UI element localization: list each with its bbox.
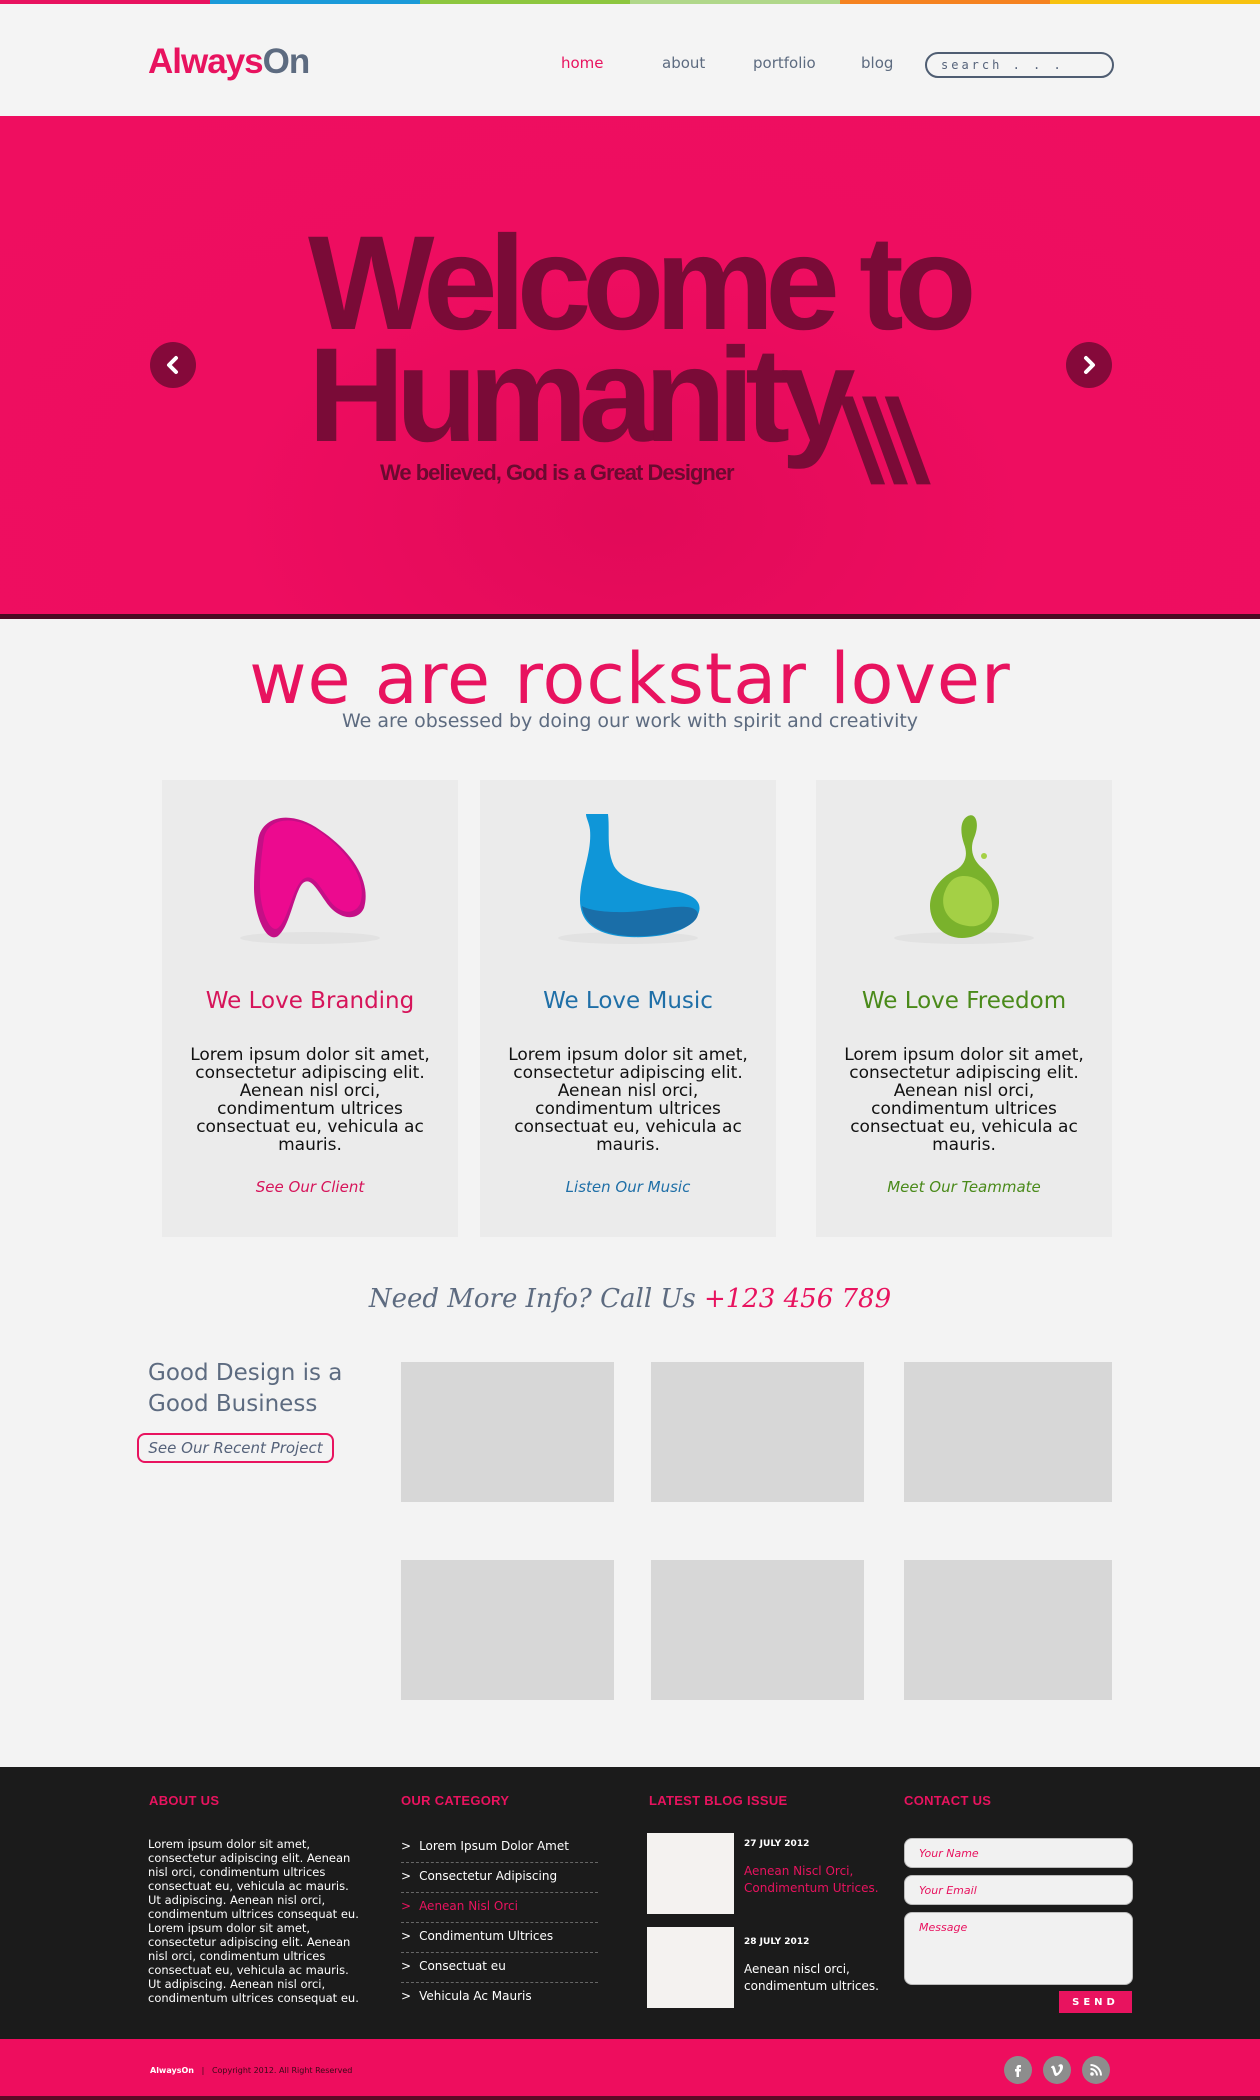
copyright-separator: | [201, 2066, 205, 2075]
category-label: Consectuat eu [419, 1959, 506, 1973]
send-button[interactable]: SEND [1059, 1991, 1132, 2013]
logo-part1: Always [148, 42, 264, 81]
hero-bottom-border [0, 614, 1260, 619]
blog-date: 27 JULY 2012 [744, 1839, 810, 1849]
portfolio-thumbnail[interactable] [651, 1560, 864, 1700]
blog-title[interactable]: Aenean Niscl Orci, Condimentum Utrices. [744, 1863, 884, 1897]
copyright-line: AlwaysOn | Copyright 2012. All Right Res… [150, 2066, 352, 2075]
feature-text: Lorem ipsum dolor sit amet, consectetur … [190, 1045, 430, 1155]
category-label: Consectetur Adipiscing [419, 1869, 558, 1883]
category-item[interactable]: > Aenean Nisl Orci [401, 1893, 598, 1923]
feature-title: We Love Music [543, 988, 713, 1014]
rss-button[interactable] [1082, 2056, 1110, 2084]
nav-about[interactable]: about [662, 54, 705, 72]
portfolio-thumbnail[interactable] [651, 1362, 864, 1502]
feature-title: We Love Freedom [861, 988, 1067, 1014]
feature-card-freedom: We Love Freedom Lorem ipsum dolor sit am… [816, 780, 1112, 1237]
contact-heading: CONTACT US [904, 1793, 992, 1808]
see-recent-project-button[interactable]: See Our Recent Project [137, 1433, 334, 1463]
footer-brand: AlwaysOn [150, 2066, 194, 2075]
category-item[interactable]: > Consectuat eu [401, 1953, 598, 1983]
vimeo-icon [1051, 2064, 1063, 2076]
portfolio-thumbnail[interactable] [401, 1560, 614, 1700]
slider-next-button[interactable] [1066, 342, 1112, 388]
header: AlwaysOn home about portfolio blog [0, 4, 1260, 116]
feature-text: Lorem ipsum dolor sit amet, consectetur … [508, 1045, 748, 1155]
facebook-button[interactable] [1004, 2056, 1032, 2084]
listen-our-music-link[interactable]: Listen Our Music [480, 1178, 776, 1196]
about-heading: ABOUT US [149, 1793, 220, 1808]
category-item[interactable]: > Consectetur Adipiscing [401, 1863, 598, 1893]
tagline-subtitle: We are obsessed by doing our work with s… [341, 710, 919, 732]
category-item[interactable]: > Lorem Ipsum Dolor Amet [401, 1833, 598, 1863]
portfolio-title: Good Design is a Good Business [148, 1360, 343, 1417]
rss-icon [1090, 2064, 1102, 2076]
portfolio-thumbnail[interactable] [904, 1560, 1112, 1700]
feature-card-music: We Love Music Lorem ipsum dolor sit amet… [480, 780, 776, 1237]
vimeo-button[interactable] [1043, 2056, 1071, 2084]
blog-title[interactable]: Aenean niscl orci, condimentum ultrices. [744, 1961, 884, 1995]
nav-blog[interactable]: blog [861, 54, 893, 72]
feature-text: Lorem ipsum dolor sit amet, consectetur … [844, 1045, 1084, 1155]
message-field[interactable] [904, 1912, 1133, 1985]
category-item[interactable]: > Condimentum Ultrices [401, 1923, 598, 1953]
pink-blob-icon [240, 817, 380, 944]
category-label: Lorem Ipsum Dolor Amet [419, 1839, 569, 1853]
logo-part2: On [262, 42, 311, 81]
hero-slider: Welcome to Humanity \\\ We believed, God… [0, 116, 1260, 614]
nav-home[interactable]: home [561, 54, 604, 72]
category-item[interactable]: > Vehicula Ac Mauris [401, 1983, 598, 2013]
slider-prev-button[interactable] [150, 342, 196, 388]
blog-heading: LATEST BLOG ISSUE [649, 1793, 788, 1808]
tagline-title: we are rockstar lover [249, 638, 1011, 720]
blog-thumbnail[interactable] [647, 1927, 734, 2008]
blog-date: 28 JULY 2012 [744, 1937, 810, 1947]
footer: ABOUT US Lorem ipsum dolor sit amet, con… [0, 1767, 1260, 2039]
category-label: Vehicula Ac Mauris [419, 1989, 532, 2003]
call-us-text: Need More Info? Call Us [368, 1284, 704, 1314]
search-input[interactable] [925, 52, 1114, 78]
hero-subtitle: We believed, God is a Great Designer [380, 460, 735, 485]
logo[interactable]: AlwaysOn [148, 42, 311, 82]
bottom-bar: AlwaysOn | Copyright 2012. All Right Res… [0, 2039, 1260, 2100]
phone-number[interactable]: +123 456 789 [704, 1284, 891, 1314]
category-label: Condimentum Ultrices [419, 1929, 554, 1943]
meet-our-teammate-link[interactable]: Meet Our Teammate [816, 1178, 1112, 1196]
chevron-left-icon [167, 356, 178, 374]
chevron-right-icon [1084, 356, 1095, 374]
green-drop-icon [894, 815, 1034, 944]
email-field[interactable] [904, 1875, 1133, 1905]
nav-portfolio[interactable]: portfolio [753, 54, 816, 72]
portfolio-thumbnail[interactable] [904, 1362, 1112, 1502]
see-our-client-link[interactable]: See Our Client [162, 1178, 458, 1196]
facebook-icon [1015, 2065, 1021, 2077]
call-us-line: Need More Info? Call Us +123 456 789 [0, 1284, 1260, 1314]
feature-title: We Love Branding [205, 988, 415, 1014]
copyright-text: Copyright 2012. All Right Reserved [211, 2066, 353, 2075]
name-field[interactable] [904, 1838, 1133, 1868]
blog-thumbnail[interactable] [647, 1833, 734, 1914]
feature-card-branding: We Love Branding Lorem ipsum dolor sit a… [162, 780, 458, 1237]
category-label: Aenean Nisl Orci [419, 1899, 518, 1913]
blue-blob-icon [558, 814, 700, 944]
portfolio-thumbnail[interactable] [401, 1362, 614, 1502]
category-heading: OUR CATEGORY [401, 1793, 510, 1808]
about-text: Lorem ipsum dolor sit amet, consectetur … [148, 1837, 359, 2005]
